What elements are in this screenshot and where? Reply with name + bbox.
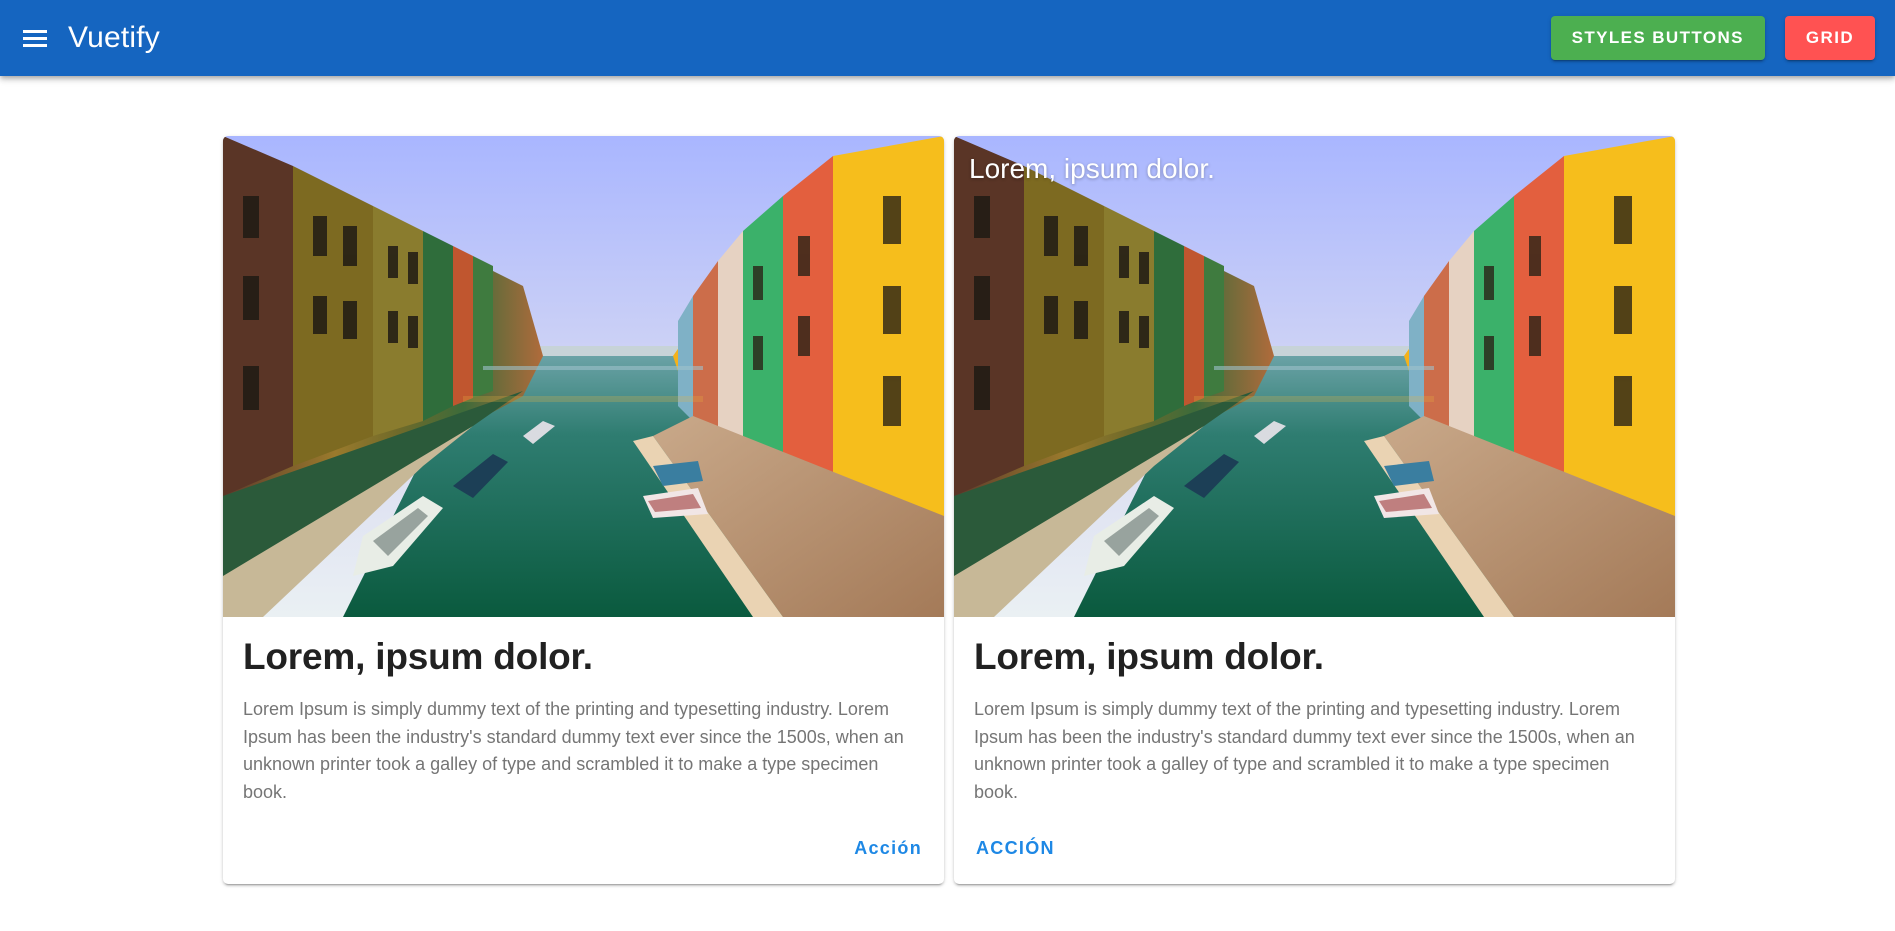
grid-button[interactable]: GRID bbox=[1784, 16, 1875, 60]
accion-button[interactable]: Acción bbox=[852, 830, 924, 866]
app-bar: Vuetify STYLES BUTTONS GRID bbox=[0, 0, 1895, 76]
styles-buttons-button[interactable]: STYLES BUTTONS bbox=[1550, 16, 1765, 60]
card-2: Lorem, ipsum dolor. Lorem, ipsum dolor. … bbox=[954, 136, 1675, 884]
card-text: Lorem Ipsum is simply dummy text of the … bbox=[974, 699, 1635, 802]
app-title: Vuetify bbox=[68, 21, 161, 54]
image-overlay-title: Lorem, ipsum dolor. bbox=[969, 153, 1215, 184]
canal-photo bbox=[954, 136, 1675, 617]
card-image bbox=[223, 136, 944, 617]
card-text: Lorem Ipsum is simply dummy text of the … bbox=[243, 699, 904, 802]
card-title: Lorem, ipsum dolor. bbox=[243, 636, 593, 677]
card-title: Lorem, ipsum dolor. bbox=[974, 636, 1324, 677]
menu-icon[interactable] bbox=[20, 23, 50, 53]
accion-button[interactable]: ACCIÓN bbox=[974, 830, 1057, 866]
card-image: Lorem, ipsum dolor. bbox=[954, 136, 1675, 617]
card-1: Lorem, ipsum dolor. Lorem Ipsum is simpl… bbox=[223, 136, 944, 884]
canal-photo bbox=[223, 136, 944, 617]
